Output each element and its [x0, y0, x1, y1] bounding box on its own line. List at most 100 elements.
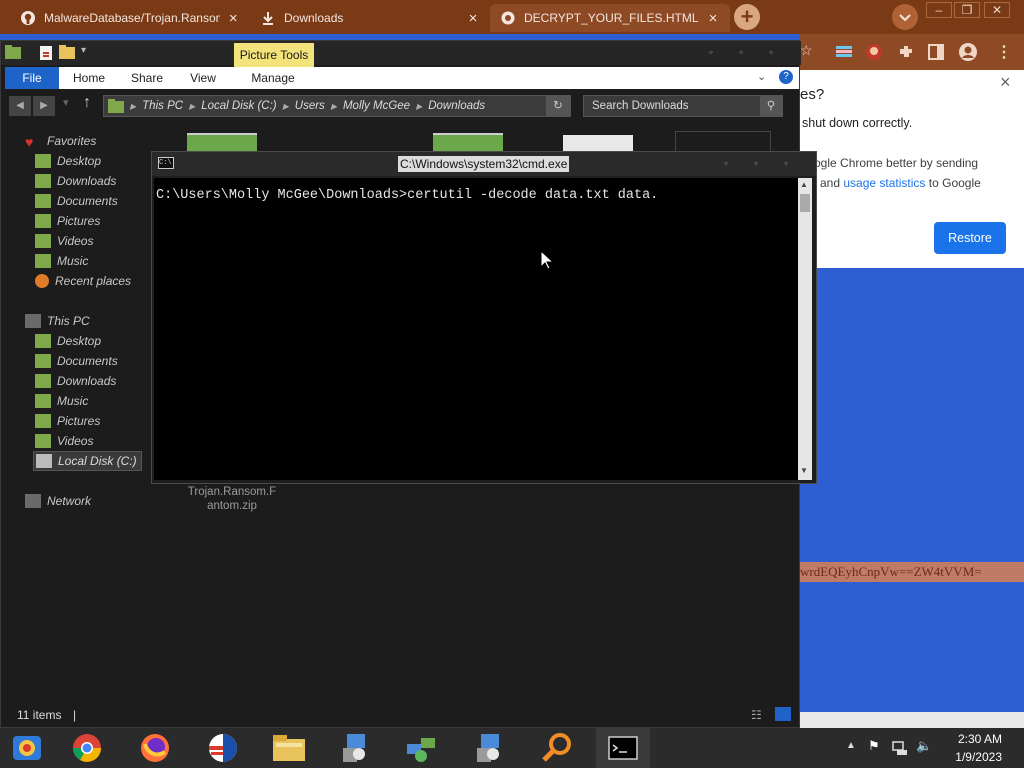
tab-decrypt-files[interactable]: DECRYPT_YOUR_FILES.HTML ×: [490, 4, 730, 32]
dialog-close-icon[interactable]: ×: [1000, 72, 1011, 93]
show-hidden-icons-icon[interactable]: ▲: [846, 740, 856, 751]
close-icon[interactable]: ×: [706, 10, 720, 27]
breadcrumb-this-pc[interactable]: This PC: [142, 100, 183, 112]
menu-icon[interactable]: ⋮: [996, 42, 1016, 62]
cmd-console[interactable]: C:\Users\Molly McGee\Downloads>certutil …: [154, 178, 798, 480]
nav-pc-videos[interactable]: Videos: [35, 431, 93, 451]
cmd-scrollbar[interactable]: ▲ ▼: [798, 178, 812, 480]
properties-icon[interactable]: [39, 45, 53, 61]
new-tab-button[interactable]: +: [734, 4, 760, 30]
clock-time[interactable]: 2:30 AM: [958, 732, 1002, 746]
taskbar-chrome[interactable]: [60, 728, 114, 768]
taskbar-election-app[interactable]: [196, 728, 250, 768]
maximize-button[interactable]: ◦: [754, 156, 758, 170]
breadcrumb-downloads[interactable]: Downloads: [428, 100, 485, 112]
nav-favorites-videos[interactable]: Videos: [35, 231, 93, 251]
chrome-icon: [73, 734, 101, 762]
file-label-trojan[interactable]: Trojan.Ransom.F antom.zip: [177, 485, 287, 513]
clock-date[interactable]: 1/9/2023: [955, 750, 1002, 764]
nav-network[interactable]: Network: [25, 491, 91, 511]
mouse-cursor-icon: [540, 250, 554, 270]
recent-locations-icon[interactable]: ▾: [63, 96, 69, 109]
help-icon[interactable]: ?: [779, 70, 793, 84]
taskbar-firefox[interactable]: [128, 728, 182, 768]
quick-access-dropdown-icon[interactable]: ▾: [81, 45, 86, 56]
scroll-thumb[interactable]: [800, 194, 810, 212]
up-arrow-icon[interactable]: ↑: [83, 94, 91, 112]
close-icon[interactable]: ×: [466, 10, 480, 27]
back-button[interactable]: ◀: [9, 96, 31, 116]
folder-icon: [5, 45, 21, 59]
sidepanel-icon[interactable]: [926, 42, 946, 62]
forward-button[interactable]: ▶: [33, 96, 55, 116]
close-window-button[interactable]: ◦: [769, 45, 773, 59]
file-thumbnail[interactable]: [187, 133, 257, 153]
nav-pc-documents[interactable]: Documents: [35, 351, 118, 371]
nav-favorites-pictures[interactable]: Pictures: [35, 211, 100, 231]
nav-favorites-downloads[interactable]: Downloads: [35, 171, 116, 191]
nav-pc-local-disk[interactable]: Local Disk (C:): [33, 451, 142, 471]
search-input[interactable]: Search Downloads ⚲: [583, 95, 783, 117]
nav-pc-downloads[interactable]: Downloads: [35, 371, 116, 391]
maximize-button[interactable]: ◦: [739, 45, 743, 59]
scroll-down-icon[interactable]: ▼: [800, 466, 808, 475]
tab-share[interactable]: Share: [123, 67, 171, 89]
file-thumbnail[interactable]: [433, 133, 503, 153]
taskbar-search[interactable]: [530, 728, 584, 768]
nav-pc-music[interactable]: Music: [35, 391, 88, 411]
details-view-icon[interactable]: ☷: [751, 708, 762, 722]
close-icon[interactable]: ×: [226, 10, 240, 27]
close-window-button[interactable]: ✕: [984, 2, 1010, 18]
github-icon: [21, 11, 35, 25]
avatar[interactable]: [958, 42, 978, 62]
tab-home[interactable]: Home: [65, 67, 113, 89]
cmd-titlebar[interactable]: C:\ C:\Windows\system32\cmd.exe ◦ ◦ ◦: [152, 152, 816, 176]
scroll-up-icon[interactable]: ▲: [800, 180, 808, 189]
refresh-icon[interactable]: ↻: [546, 96, 570, 116]
address-bar[interactable]: ▶ This PC ▶ Local Disk (C:) ▶ Users ▶ Mo…: [103, 95, 571, 117]
minimize-button[interactable]: ◦: [724, 156, 728, 170]
volume-icon[interactable]: 🔈: [916, 738, 932, 754]
large-icons-view-icon[interactable]: [775, 707, 791, 721]
breadcrumb-local-disk[interactable]: Local Disk (C:): [201, 100, 276, 112]
tab-manage[interactable]: Manage: [241, 67, 305, 89]
breadcrumb-molly-mcgee[interactable]: Molly McGee: [343, 100, 410, 112]
breadcrumb-users[interactable]: Users: [295, 100, 325, 112]
action-center-flag-icon[interactable]: ⚑: [868, 738, 880, 754]
profile-extension-icon[interactable]: [864, 42, 884, 62]
tab-file[interactable]: File: [5, 67, 59, 89]
puzzle-icon[interactable]: [896, 42, 916, 62]
nav-this-pc[interactable]: This PC: [25, 311, 90, 331]
horizontal-scrollbar[interactable]: [800, 712, 1024, 728]
new-folder-icon[interactable]: [59, 45, 75, 59]
restore-button[interactable]: Restore: [934, 222, 1006, 254]
extension-flag-icon[interactable]: [834, 42, 854, 62]
explorer-icon: [13, 736, 41, 760]
taskbar-setup-2[interactable]: [462, 728, 516, 768]
tab-view[interactable]: View: [181, 67, 225, 89]
taskbar-folder[interactable]: [262, 728, 316, 768]
nav-favorites-desktop[interactable]: Desktop: [35, 151, 101, 171]
search-icon[interactable]: ⚲: [760, 96, 782, 116]
tab-search-button[interactable]: [892, 4, 918, 30]
taskbar-setup[interactable]: [328, 728, 382, 768]
tab-malware-database[interactable]: MalwareDatabase/Trojan.Ransom ×: [10, 4, 250, 32]
tab-downloads[interactable]: Downloads ×: [250, 4, 490, 32]
maximize-button[interactable]: ❐: [954, 2, 980, 18]
minimize-button[interactable]: ◦: [709, 45, 713, 59]
expand-ribbon-icon[interactable]: ⌄: [757, 70, 766, 83]
taskbar-cmd[interactable]: [596, 728, 650, 768]
star-icon[interactable]: ☆: [800, 42, 820, 62]
close-window-button[interactable]: ◦: [784, 156, 788, 170]
network-tray-icon[interactable]: [892, 740, 908, 756]
minimize-button[interactable]: –: [926, 2, 952, 18]
taskbar-network[interactable]: [394, 728, 448, 768]
nav-favorites-music[interactable]: Music: [35, 251, 88, 271]
nav-favorites-documents[interactable]: Documents: [35, 191, 118, 211]
taskbar-explorer[interactable]: [0, 728, 54, 768]
nav-pc-pictures[interactable]: Pictures: [35, 411, 100, 431]
usage-statistics-link[interactable]: usage statistics: [843, 176, 925, 190]
nav-pc-desktop[interactable]: Desktop: [35, 331, 101, 351]
nav-favorites-recent-places[interactable]: Recent places: [35, 271, 131, 291]
nav-favorites[interactable]: ♥ Favorites: [25, 131, 96, 151]
